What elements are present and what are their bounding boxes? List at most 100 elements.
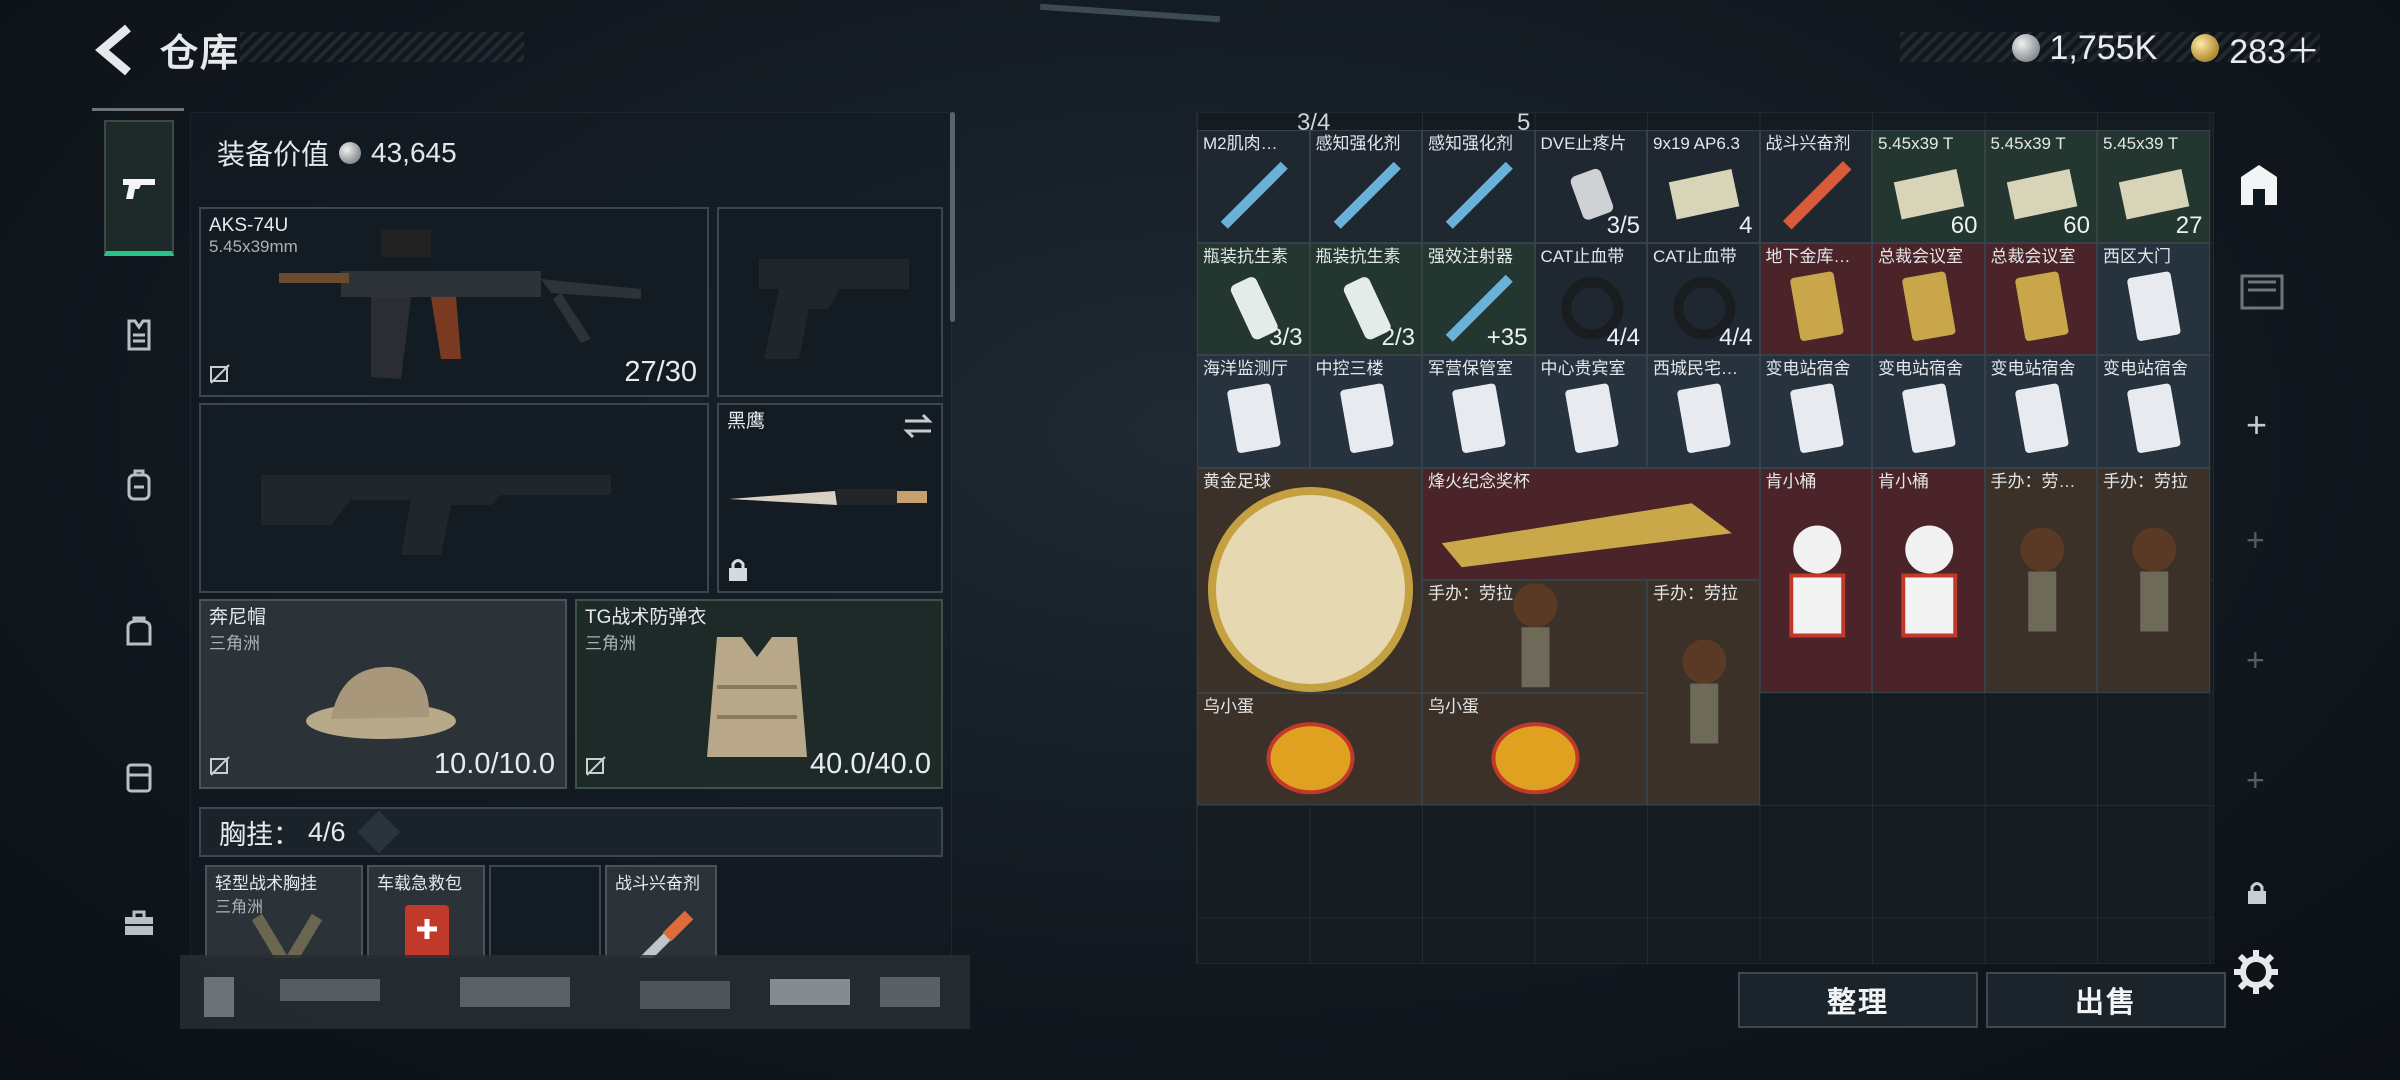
add-tab-button[interactable]: +: [2246, 404, 2267, 446]
nav-toolbox[interactable]: [104, 888, 174, 958]
stash-item[interactable]: 变电站宿舍: [2097, 355, 2210, 468]
item-count: 3/5: [1606, 211, 1640, 239]
rig-item-1[interactable]: 轻型战术胸挂 三角洲: [205, 865, 363, 958]
stash-item[interactable]: 瓶装抗生素 3/3: [1197, 242, 1310, 355]
helmet-slot[interactable]: 奔尼帽 三角洲 10.0/10.0: [199, 599, 567, 789]
nav-vest[interactable]: [104, 300, 174, 370]
stash-item[interactable]: 总裁会议室: [1984, 242, 2097, 355]
secondary-weapon-slot[interactable]: [717, 207, 943, 397]
item-label: 总裁会议室: [1990, 246, 2076, 266]
second-primary-slot[interactable]: [199, 403, 709, 593]
stash-item[interactable]: 5.45x39 T 60: [1872, 130, 1985, 243]
stash-item[interactable]: 变电站宿舍: [1759, 355, 1872, 468]
primary-weapon-slot[interactable]: AKS-74U 5.45x39mm 27/30: [199, 207, 709, 397]
item-label: M2肌肉…: [1203, 134, 1278, 153]
helmet-source: 三角洲: [209, 634, 260, 653]
rifle-silhouette-icon: [261, 475, 611, 555]
stash-item[interactable]: 肯小桶: [1872, 467, 1985, 693]
item-label: 肯小桶: [1878, 471, 1929, 491]
stash-item[interactable]: 强效注射器 +35: [1422, 242, 1535, 355]
armor-slot[interactable]: TG战术防弹衣 三角洲 40.0/40.0: [575, 599, 943, 789]
stash-item[interactable]: 战斗兴奋剂: [1759, 130, 1872, 243]
value-label: 装备价值: [217, 139, 330, 170]
bag-icon: [126, 616, 152, 646]
stash-item[interactable]: 感知强化剂: [1309, 130, 1422, 243]
stash-item[interactable]: 海洋监测厅: [1197, 355, 1310, 468]
item-label: 感知强化剂: [1428, 134, 1513, 153]
stash-item[interactable]: 瓶装抗生素 2/3: [1309, 242, 1422, 355]
chest-rig-icon: [251, 913, 323, 958]
nav-weapons[interactable]: [104, 120, 174, 256]
stash-item[interactable]: 9x19 AP6.3 4: [1647, 130, 1760, 243]
item-name: 车载急救包: [377, 874, 462, 893]
item-label: 变电站宿舍: [1765, 359, 1851, 378]
item-label: 乌小蛋: [1428, 696, 1479, 716]
item-count: 4/4: [1606, 324, 1640, 351]
box-icon: [2240, 274, 2284, 310]
broken-icon: [210, 364, 230, 384]
help-icon[interactable]: ?: [357, 810, 400, 854]
melee-slot[interactable]: 黑鹰: [717, 403, 943, 593]
item-count: 2/3: [1381, 324, 1415, 351]
loadout-scrollbar[interactable]: [950, 112, 955, 322]
item-label: 5.45x39 T: [1878, 134, 1954, 153]
rig-item-3[interactable]: [489, 865, 601, 958]
stash-item[interactable]: M2肌肉…: [1197, 130, 1310, 243]
stash-item[interactable]: 中心贵宾室: [1534, 355, 1647, 468]
stash-item[interactable]: 5.45x39 T 27: [2097, 130, 2210, 243]
golden-football-icon: [1208, 486, 1413, 692]
stash-item[interactable]: 手办：劳拉: [2097, 467, 2210, 693]
rig-item-4[interactable]: 战斗兴奋剂: [605, 865, 717, 958]
gold-amount[interactable]: 283＋: [2229, 24, 2320, 73]
stash-tab[interactable]: [2224, 150, 2294, 220]
blurred-text-area: [180, 955, 970, 1029]
add-tab-button[interactable]: +: [2246, 762, 2265, 799]
gold-coin-icon: [2191, 34, 2220, 62]
sell-button[interactable]: 出售: [1986, 972, 2226, 1028]
stash-item[interactable]: 手办：劳拉: [1422, 580, 1647, 693]
stash-item[interactable]: 西城民宅…: [1647, 355, 1760, 468]
stash-item[interactable]: 变电站宿舍: [1872, 355, 1985, 468]
item-label: 强效注射器: [1428, 246, 1513, 266]
item-label: 变电站宿舍: [2103, 359, 2188, 378]
item-label: 手办：劳拉: [2103, 471, 2188, 491]
stash-tab-2[interactable]: [2232, 262, 2288, 318]
stash-item[interactable]: 黄金足球: [1197, 467, 1422, 693]
rig-item-2[interactable]: 车载急救包: [367, 865, 485, 958]
settings-button[interactable]: [2232, 948, 2280, 996]
stash-item[interactable]: 总裁会议室: [1872, 242, 1985, 355]
item-count: +35: [1486, 324, 1528, 351]
stash-item[interactable]: 乌小蛋: [1422, 692, 1647, 805]
stash-item[interactable]: 感知强化剂: [1422, 130, 1535, 243]
figurine-icon: [1682, 639, 1727, 744]
helmet-durability: 10.0/10.0: [434, 748, 555, 780]
stash-item[interactable]: 5.45x39 T 60: [1984, 130, 2097, 243]
stash-item[interactable]: 地下金库…: [1759, 242, 1872, 355]
stash-item[interactable]: 手办：劳…: [1984, 467, 2097, 693]
item-label: 9x19 AP6.3: [1653, 134, 1740, 153]
nav-bag[interactable]: [104, 596, 174, 666]
lock-icon[interactable]: [2246, 880, 2268, 911]
add-tab-button[interactable]: +: [2246, 522, 2265, 559]
stash-item[interactable]: CAT止血带 4/4: [1647, 242, 1760, 355]
stash-item[interactable]: 西区大门: [2097, 242, 2210, 355]
stash-item[interactable]: CAT止血带 4/4: [1534, 242, 1647, 355]
stash-item[interactable]: 手办：劳拉: [1647, 580, 1760, 805]
back-button[interactable]: [92, 22, 142, 78]
armor-vest-icon: [707, 637, 807, 757]
stash-item[interactable]: 变电站宿舍: [1984, 355, 2097, 468]
stash-item[interactable]: 乌小蛋: [1197, 692, 1422, 805]
silver-coin-icon: [2011, 34, 2040, 62]
item-label: 烽火纪念奖杯: [1428, 471, 1530, 491]
stash-item[interactable]: DVE止疼片 3/5: [1534, 130, 1647, 243]
nav-case[interactable]: [104, 742, 174, 812]
add-tab-button[interactable]: +: [2246, 642, 2265, 679]
stash-item[interactable]: 烽火纪念奖杯: [1422, 467, 1760, 580]
stash-item[interactable]: 中控三楼: [1309, 355, 1422, 468]
item-label: 总裁会议室: [1878, 246, 1963, 266]
item-label: 军营保管室: [1428, 359, 1513, 378]
stash-item[interactable]: 军营保管室: [1422, 355, 1535, 468]
stash-item[interactable]: 肯小桶: [1759, 467, 1872, 693]
sort-button[interactable]: 整理: [1738, 972, 1978, 1028]
nav-backpack[interactable]: [104, 450, 174, 520]
